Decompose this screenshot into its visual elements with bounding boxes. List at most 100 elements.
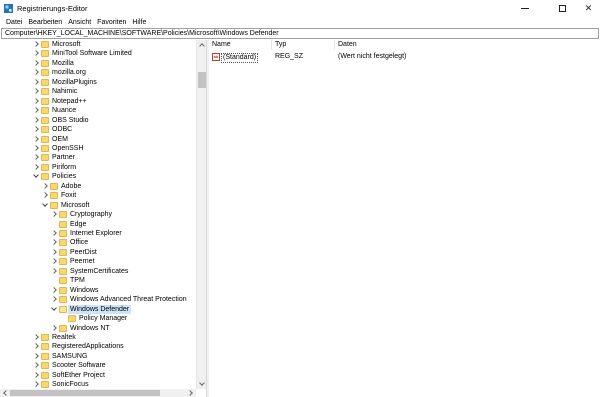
tree-horizontal-scrollbar[interactable] xyxy=(0,389,196,397)
tree-item[interactable]: Scooter Software xyxy=(0,361,196,371)
chevron-right-icon[interactable] xyxy=(51,297,56,302)
tree-item[interactable]: Windows Defender xyxy=(0,304,196,315)
menu-datei[interactable]: Datei xyxy=(3,17,25,28)
address-bar[interactable]: Computer\HKEY_LOCAL_MACHINE\SOFTWARE\Pol… xyxy=(1,28,599,39)
tree-item[interactable]: MiniTool Software Limited xyxy=(0,49,196,59)
chevron-down-icon[interactable] xyxy=(51,307,56,312)
tree-item[interactable]: Policy Manager xyxy=(0,314,196,324)
chevron-right-icon[interactable] xyxy=(33,363,38,368)
registry-key-tree[interactable]: Microsoft MiniTool Software Limited Mozill… xyxy=(0,40,206,397)
menu-favoriten[interactable]: Favoriten xyxy=(94,17,129,28)
chevron-right-icon[interactable] xyxy=(33,127,38,132)
chevron-right-icon[interactable] xyxy=(33,89,38,94)
maximize-button[interactable] xyxy=(547,0,577,17)
chevron-right-icon[interactable] xyxy=(51,269,56,274)
chevron-right-icon[interactable] xyxy=(33,146,38,151)
tree-item-label: SystemCertificates xyxy=(70,267,129,275)
tree-item-label: MiniTool Software Limited xyxy=(52,50,132,58)
column-header-type[interactable]: Typ xyxy=(272,40,335,50)
chevron-right-icon[interactable] xyxy=(33,155,38,160)
tree-item[interactable]: OBS Studio xyxy=(0,116,196,126)
chevron-right-icon[interactable] xyxy=(33,42,38,47)
scroll-up-arrow-icon[interactable] xyxy=(198,41,206,49)
chevron-right-icon[interactable] xyxy=(33,335,38,340)
tree-item[interactable]: Cryptography xyxy=(0,210,196,220)
chevron-right-icon[interactable] xyxy=(33,382,38,387)
value-row[interactable]: ab (Standard) REG_SZ (Wert nicht festgel… xyxy=(209,52,600,63)
chevron-right-icon[interactable] xyxy=(33,80,38,85)
folder-icon xyxy=(41,154,49,162)
tree-item[interactable]: OEM xyxy=(0,135,196,145)
tree-item[interactable]: PeerDist xyxy=(0,248,196,258)
chevron-right-icon[interactable] xyxy=(51,212,56,217)
chevron-right-icon[interactable] xyxy=(33,373,38,378)
chevron-right-icon[interactable] xyxy=(33,344,38,349)
close-button[interactable]: ✕ xyxy=(577,0,600,17)
tree-item[interactable]: Office xyxy=(0,238,196,248)
tree-item[interactable]: Mozilla xyxy=(0,59,196,69)
tree-item[interactable]: Partner xyxy=(0,153,196,163)
tree-item[interactable]: RegisteredApplications xyxy=(0,342,196,352)
tree-item[interactable]: OpenSSH xyxy=(0,144,196,154)
tree-item[interactable]: TPM xyxy=(0,276,196,286)
chevron-right-icon[interactable] xyxy=(42,184,47,189)
values-list[interactable]: Name Typ Daten ab (Standard) REG_SZ (Wer… xyxy=(209,40,600,397)
chevron-right-icon[interactable] xyxy=(42,193,47,198)
scroll-down-arrow-icon[interactable] xyxy=(198,380,206,388)
tree-item[interactable]: Microsoft xyxy=(0,40,196,50)
scroll-left-arrow-icon[interactable] xyxy=(1,389,9,397)
tree-item[interactable]: Windows NT xyxy=(0,324,196,334)
folder-icon xyxy=(41,371,49,379)
tree-scroll-thumb[interactable] xyxy=(198,72,206,88)
scroll-right-arrow-icon[interactable] xyxy=(187,389,195,397)
chevron-right-icon[interactable] xyxy=(51,326,56,331)
chevron-right-icon[interactable] xyxy=(33,354,38,359)
menu-ansicht[interactable]: Ansicht xyxy=(65,17,94,28)
tree-item[interactable]: Peernet xyxy=(0,257,196,267)
tree-item[interactable]: Windows Advanced Threat Protection xyxy=(0,295,196,305)
tree-item[interactable]: SoftEther Project xyxy=(0,371,196,381)
menu-bearbeiten[interactable]: Bearbeiten xyxy=(25,17,65,28)
chevron-right-icon[interactable] xyxy=(33,61,38,66)
chevron-right-icon[interactable] xyxy=(33,70,38,75)
tree-item[interactable]: Nuance xyxy=(0,106,196,116)
chevron-right-icon[interactable] xyxy=(33,118,38,123)
chevron-right-icon[interactable] xyxy=(51,240,56,245)
tree-item[interactable]: MozillaPlugins xyxy=(0,78,196,88)
chevron-right-icon[interactable] xyxy=(51,259,56,264)
chevron-right-icon[interactable] xyxy=(33,137,38,142)
chevron-right-icon[interactable] xyxy=(33,165,38,170)
minimize-button[interactable] xyxy=(510,0,540,17)
tree-item[interactable]: mozilla.org xyxy=(0,68,196,78)
chevron-right-icon[interactable] xyxy=(33,99,38,104)
chevron-right-icon[interactable] xyxy=(33,51,38,56)
tree-item[interactable]: Edge xyxy=(0,220,196,230)
tree-item[interactable]: Microsoft xyxy=(0,201,196,211)
tree-item[interactable]: SystemCertificates xyxy=(0,267,196,277)
tree-item[interactable]: Notepad++ xyxy=(0,97,196,107)
chevron-right-icon[interactable] xyxy=(51,231,56,236)
tree-item[interactable]: Policies xyxy=(0,172,196,182)
tree-item[interactable]: Piriform xyxy=(0,163,196,173)
column-header-data[interactable]: Daten xyxy=(335,40,600,50)
tree-hscroll-thumb[interactable] xyxy=(10,390,160,396)
tree-item[interactable]: Nahimic xyxy=(0,87,196,97)
chevron-right-icon[interactable] xyxy=(33,108,38,113)
tree-item[interactable]: Internet Explorer xyxy=(0,229,196,239)
folder-icon xyxy=(41,163,49,171)
tree-item[interactable]: ODBC xyxy=(0,125,196,135)
chevron-right-icon[interactable] xyxy=(51,288,56,293)
tree-item[interactable]: Realtek xyxy=(0,333,196,343)
tree-item[interactable]: Windows xyxy=(0,286,196,296)
tree-item[interactable]: Adobe xyxy=(0,182,196,192)
menu-hilfe[interactable]: Hilfe xyxy=(129,17,149,28)
column-header-name[interactable]: Name xyxy=(209,40,272,50)
tree-vertical-scrollbar[interactable] xyxy=(196,40,206,389)
folder-icon xyxy=(59,230,67,237)
value-type: REG_SZ xyxy=(275,53,304,60)
tree-item[interactable]: SAMSUNG xyxy=(0,352,196,362)
chevron-down-icon[interactable] xyxy=(33,174,38,179)
tree-item[interactable]: Foxit xyxy=(0,191,196,201)
chevron-right-icon[interactable] xyxy=(51,250,56,255)
chevron-down-icon[interactable] xyxy=(42,203,47,208)
